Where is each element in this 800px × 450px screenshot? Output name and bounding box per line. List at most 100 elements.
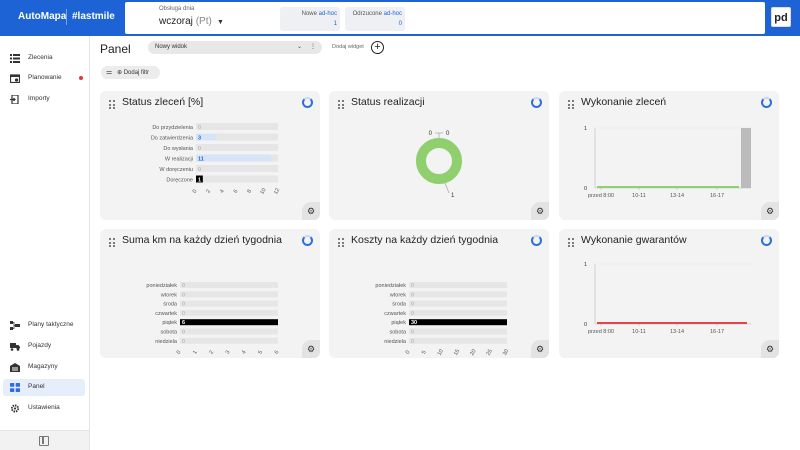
bar-track	[409, 328, 507, 335]
sidebar-item-ustawienia[interactable]: Ustawienia	[3, 400, 85, 417]
sidebar-item-magazyny[interactable]: Magazyny	[3, 359, 85, 376]
x-tick-label: 5	[257, 350, 264, 356]
data-label: 0	[182, 330, 185, 336]
widget-settings-icon[interactable]: ⚙	[761, 340, 779, 358]
widget-settings-icon[interactable]: ⚙	[761, 202, 779, 220]
x-tick-label: przed 8:00	[588, 329, 614, 335]
data-label: 0	[182, 283, 185, 289]
refresh-icon[interactable]	[531, 235, 542, 246]
chart-koszty: poniedziałek 0 wtorek 0 środa 0 czwartek 0 piąte…	[375, 282, 510, 357]
bar-track	[409, 282, 507, 288]
brand-name[interactable]: AutoMapa	[18, 11, 66, 22]
bar	[180, 319, 278, 326]
data-label: 1	[451, 193, 455, 199]
plans-icon	[10, 321, 20, 330]
y-tick-label: poniedziałek	[375, 283, 406, 289]
sidebar-item-label: Ustawienia	[28, 404, 60, 411]
drag-handle-icon[interactable]	[568, 100, 574, 109]
add-widget-button[interactable]: +	[371, 41, 384, 54]
x-tick-label: przed 8:00	[588, 193, 614, 199]
sidebar-item-pojazdy[interactable]: Pojazdy	[3, 338, 85, 355]
y-tick-label: Doręczone	[166, 178, 193, 184]
data-label: 0	[182, 339, 185, 345]
y-tick-label: sobota	[389, 330, 406, 336]
x-tick-label: 0	[176, 350, 183, 356]
drag-handle-icon[interactable]	[109, 238, 115, 247]
date-select[interactable]: wczoraj (Pt)	[159, 16, 212, 27]
widget-settings-icon[interactable]: ⚙	[531, 202, 549, 220]
data-label: 0	[411, 311, 414, 317]
user-logo[interactable]: pd	[771, 7, 791, 27]
add-filter-button[interactable]: ⚌ ⊕ Dodaj filtr	[101, 66, 160, 79]
bar	[196, 154, 272, 162]
y-tick-label: 0	[584, 186, 587, 192]
sidebar-item-label: Magazyny	[28, 363, 58, 370]
chart-suma-km: poniedziałek 0 wtorek 0 środa 0 czwartek 0 piąte…	[146, 282, 280, 356]
bar-track	[196, 123, 278, 130]
stat-rejected-adhoc[interactable]: Odrzucone ad-hoc 0	[345, 7, 405, 31]
sidebar-item-label: Plany taktyczne	[28, 321, 74, 328]
page-title: Panel	[100, 42, 131, 56]
import-icon	[10, 95, 19, 104]
data-label: 0	[198, 146, 201, 152]
bar-track	[196, 175, 278, 183]
drag-handle-icon[interactable]	[109, 100, 115, 109]
sidebar-item-planowanie[interactable]: Planowanie	[3, 70, 85, 87]
data-label: 0	[182, 292, 185, 298]
y-tick-label: czwartek	[155, 311, 177, 317]
widget-koszty: Koszty na każdy dzień tygodnia poniedzia…	[329, 229, 549, 358]
sidebar-item-plany-taktyczne[interactable]: Plany taktyczne	[3, 317, 85, 334]
y-tick-label: wtorek	[160, 292, 177, 298]
more-options-icon[interactable]: ⋮	[310, 43, 316, 50]
stat-tag: ad-hoc	[383, 11, 402, 17]
refresh-icon[interactable]	[531, 97, 542, 108]
notification-dot	[79, 76, 83, 80]
drag-handle-icon[interactable]	[338, 238, 344, 247]
data-label: 0	[198, 125, 201, 131]
y-tick-label: 0	[584, 322, 587, 328]
sidebar-item-importy[interactable]: Importy	[3, 91, 85, 108]
caret-down-icon[interactable]: ▼	[217, 19, 224, 26]
sidebar-item-label: Pojazdy	[28, 342, 52, 349]
bar-track	[180, 309, 278, 316]
dashboard-icon	[10, 383, 20, 392]
y-tick-label: środa	[163, 302, 178, 308]
x-tick-label: 4	[219, 189, 226, 195]
gear-icon	[10, 404, 20, 413]
chart-status-zlecen: Do przydzielenia 0 Do zatwierdzenia 3 Do wys…	[151, 123, 281, 196]
view-select[interactable]: Nowy widok ⌄ ⋮	[148, 41, 322, 54]
drag-handle-icon[interactable]	[568, 238, 574, 247]
x-tick-label: 6	[233, 189, 240, 195]
brand-divider	[66, 9, 67, 25]
sidebar: Zlecenia Planowanie Importy Plany taktyc…	[0, 36, 90, 450]
collapse-sidebar-icon[interactable]	[39, 436, 49, 446]
y-tick-label: piątek	[162, 320, 177, 326]
add-filter-label: ⊕ Dodaj filtr	[117, 70, 150, 76]
bar	[741, 128, 751, 188]
refresh-icon[interactable]	[761, 97, 772, 108]
sidebar-item-label: Planowanie	[28, 74, 62, 81]
truck-icon	[10, 343, 20, 351]
sidebar-item-zlecenia[interactable]: Zlecenia	[3, 50, 85, 67]
drag-handle-icon[interactable]	[338, 100, 344, 109]
widget-settings-icon[interactable]: ⚙	[302, 340, 320, 358]
bar-track	[409, 337, 507, 344]
x-tick-label: 2	[208, 350, 215, 356]
refresh-icon[interactable]	[302, 97, 313, 108]
y-tick-label: niedziela	[384, 339, 407, 345]
x-tick-label: 10	[259, 187, 267, 195]
sidebar-item-panel[interactable]: Panel	[3, 379, 85, 396]
data-label: 11	[198, 157, 204, 163]
x-tick-label: 0	[405, 350, 412, 356]
widget-settings-icon[interactable]: ⚙	[531, 340, 549, 358]
stat-new-adhoc[interactable]: Nowe ad-hoc 1	[280, 7, 340, 31]
date-suffix: (Pt)	[195, 16, 212, 27]
data-label: 0	[411, 302, 414, 308]
refresh-icon[interactable]	[302, 235, 313, 246]
x-tick-label: 30	[502, 348, 510, 356]
filter-icon: ⚌	[106, 69, 113, 76]
refresh-icon[interactable]	[761, 235, 772, 246]
bar-track	[180, 300, 278, 307]
y-tick-label: środa	[392, 302, 407, 308]
widget-settings-icon[interactable]: ⚙	[302, 202, 320, 220]
